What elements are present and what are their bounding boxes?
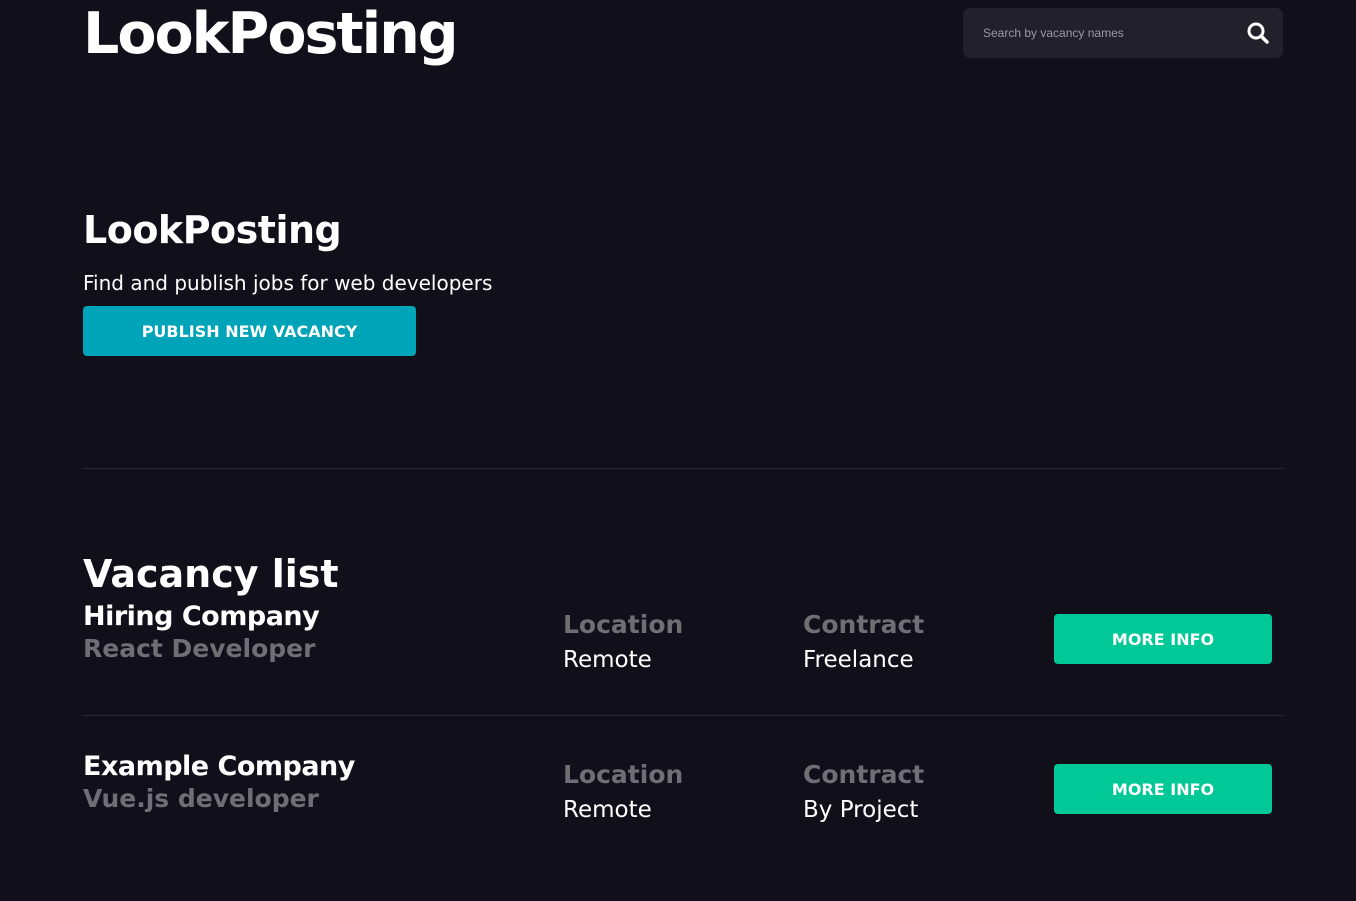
vacancy-company: Example Company (83, 751, 355, 782)
site-logo[interactable]: LookPosting (83, 2, 459, 66)
location-value: Remote (563, 797, 652, 823)
more-info-button[interactable]: MORE INFO (1054, 764, 1272, 814)
search-input[interactable] (963, 8, 1233, 58)
row-divider (83, 715, 1283, 716)
contract-value: By Project (803, 797, 919, 823)
more-info-button[interactable]: MORE INFO (1054, 614, 1272, 664)
contract-label: Contract (803, 760, 925, 789)
contract-label: Contract (803, 610, 925, 639)
vacancy-contract: Contract By Project (803, 759, 1033, 829)
vacancy-company: Hiring Company (83, 601, 320, 632)
vacancy-position: Vue.js developer (83, 784, 319, 813)
vacancy-location: Location Remote (563, 609, 793, 679)
vacancy-item: Hiring Company React Developer Location … (83, 601, 1283, 711)
vacancy-contract: Contract Freelance (803, 609, 1033, 679)
location-value: Remote (563, 647, 652, 673)
page: LookPosting LookPosting Find and publish… (83, 0, 1283, 901)
location-label: Location (563, 760, 684, 789)
search-box (963, 8, 1283, 58)
vacancy-position: React Developer (83, 634, 316, 663)
search-icon (1247, 22, 1269, 44)
location-label: Location (563, 610, 684, 639)
search-button[interactable] (1245, 20, 1271, 46)
hero-subtitle: Find and publish jobs for web developers (83, 271, 493, 295)
vacancy-item: Example Company Vue.js developer Locatio… (83, 751, 1283, 861)
publish-vacancy-button[interactable]: PUBLISH NEW VACANCY (83, 306, 416, 356)
hero-title: LookPosting (83, 208, 342, 253)
section-divider (83, 468, 1283, 469)
contract-value: Freelance (803, 647, 914, 673)
vacancy-list-title: Vacancy list (83, 551, 339, 596)
vacancy-location: Location Remote (563, 759, 793, 829)
